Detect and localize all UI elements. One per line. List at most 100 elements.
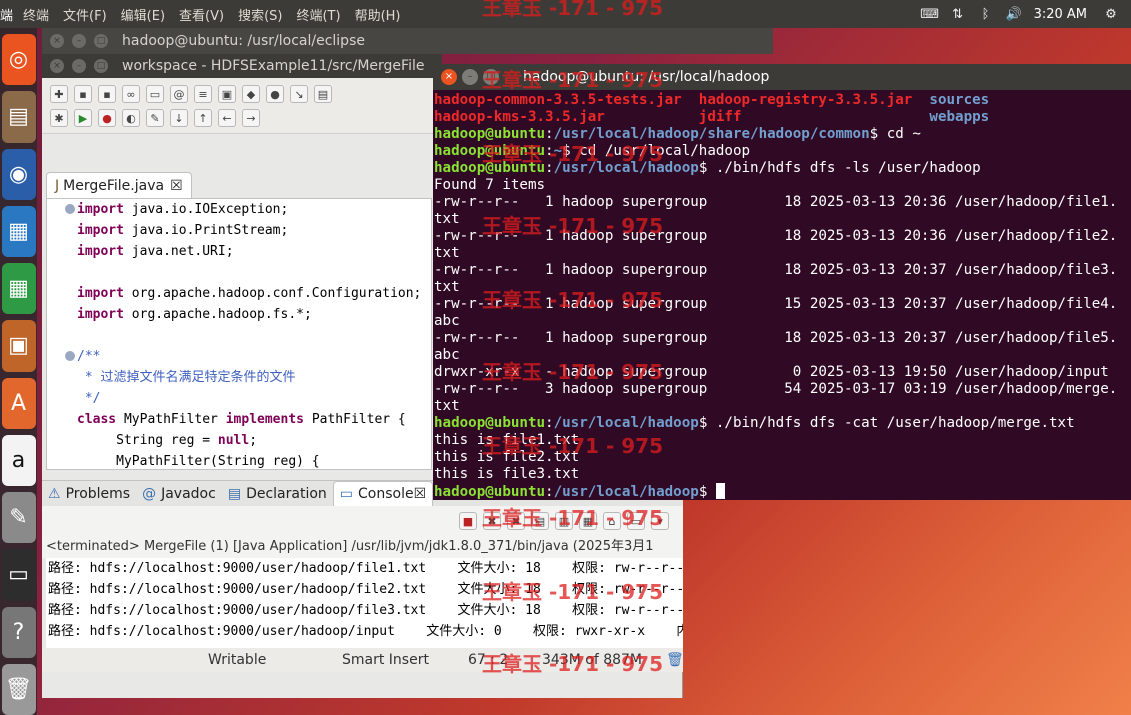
terminate-icon[interactable]: ■ — [459, 512, 477, 530]
close-icon[interactable]: × — [50, 34, 64, 48]
open-type-icon[interactable]: ◐ — [122, 109, 140, 127]
tab-problems[interactable]: ⚠ Problems — [42, 481, 136, 507]
terminal-line: hadoop@ubuntu:~$ cd /usr/local/hadoop — [434, 143, 751, 159]
terminal-titlebar[interactable]: × – □ hadoop@ubuntu: /usr/local/hadoop — [433, 64, 1131, 90]
open-console-icon[interactable]: ▾ — [651, 512, 669, 530]
console-line: 路径: hdfs://localhost:9000/user/hadoop/fi… — [48, 561, 683, 576]
menu-item-6[interactable]: 帮助(H) — [355, 9, 401, 24]
settings-icon[interactable]: ✎ — [1, 492, 36, 544]
javadoc-icon[interactable]: @ — [170, 85, 188, 103]
calc-icon[interactable]: ▦ — [1, 263, 36, 315]
minimize-icon[interactable]: – — [72, 59, 86, 73]
editor-tab[interactable]: J MergeFile.java ☒ — [46, 172, 192, 198]
console-output[interactable]: 路径: hdfs://localhost:9000/user/hadoop/fi… — [46, 558, 683, 648]
prev-annotation-icon[interactable]: ↑ — [194, 109, 212, 127]
tab-label: Console — [358, 486, 414, 502]
perspective-icon[interactable]: ▤ — [314, 85, 332, 103]
doc-icon[interactable]: ≡ — [194, 85, 212, 103]
gc-icon[interactable]: 🗑 — [666, 652, 684, 668]
power-icon[interactable]: ⚙ — [1103, 6, 1119, 22]
menu-item-4[interactable]: 搜索(S) — [238, 9, 282, 24]
menu-item-1[interactable]: 文件(F) — [63, 9, 107, 24]
dash-icon[interactable]: ◎ — [1, 34, 36, 86]
volume-icon[interactable]: 🔊 — [1005, 6, 1021, 22]
menu-item-3[interactable]: 查看(V) — [179, 9, 224, 24]
files-icon[interactable]: ▤ — [1, 91, 36, 143]
code-line: MyPathFilter(String reg) { — [77, 454, 320, 469]
window-title: hadoop@ubuntu: /usr/local/eclipse — [122, 33, 365, 49]
launcher: ◎ ▤ ◉ ▦ ▦ ▣ A a ✎ ▭ ? 🗑 — [0, 28, 37, 715]
class-icon[interactable]: ◆ — [242, 85, 260, 103]
maximize-icon[interactable]: □ — [94, 34, 108, 48]
terminal-line: txt — [434, 211, 460, 227]
terminal-line: abc — [434, 347, 460, 363]
fold-icon[interactable] — [65, 204, 75, 214]
pin-console-icon[interactable]: ⌂ — [603, 512, 621, 530]
status-cursor-position: 67 : 2 — [468, 652, 509, 668]
terminal-window[interactable]: × – □ hadoop@ubuntu: /usr/local/hadoop h… — [433, 64, 1131, 500]
fold-icon[interactable] — [65, 351, 75, 361]
debug-icon[interactable]: ✱ — [50, 109, 68, 127]
menu-bar: 终端 文件(F) 编辑(E) 查看(V) 搜索(S) 终端(T) 帮助(H) — [23, 5, 414, 24]
clear-console-icon[interactable]: ▤ — [531, 512, 549, 530]
close-icon[interactable]: ☒ — [414, 486, 427, 502]
maximize-icon[interactable]: □ — [94, 59, 108, 73]
code-editor[interactable]: import java.io.IOException; import java.i… — [46, 198, 432, 470]
user-icon[interactable]: ● — [266, 85, 284, 103]
writer-icon[interactable]: ▦ — [1, 205, 36, 257]
code-line: import org.apache.hadoop.conf.Configurat… — [77, 286, 422, 301]
forward-icon[interactable]: → — [242, 109, 260, 127]
software-center-icon[interactable]: A — [1, 377, 36, 429]
remove-launch-icon[interactable]: ✖ — [483, 512, 501, 530]
terminal-line: hadoop-common-3.3.5-tests.jar hadoop-reg… — [434, 92, 990, 108]
word-wrap-icon[interactable]: ▦ — [579, 512, 597, 530]
status-heap[interactable]: 343M of 887M — [542, 652, 642, 668]
impress-icon[interactable]: ▣ — [1, 320, 36, 372]
minimize-icon[interactable]: – — [462, 69, 478, 85]
link-icon[interactable]: ∞ — [122, 85, 140, 103]
run-icon[interactable]: ▶ — [74, 109, 92, 127]
coverage-icon[interactable]: ● — [98, 109, 116, 127]
new-icon[interactable]: ✚ — [50, 85, 68, 103]
clock[interactable]: 3:20 AM — [1034, 7, 1087, 22]
terminal-line: Found 7 items — [434, 177, 546, 193]
window-eclipse-terminal-titlebar[interactable]: × – □ hadoop@ubuntu: /usr/local/eclipse — [42, 28, 773, 54]
close-icon[interactable]: × — [441, 69, 457, 85]
javadoc-icon: @ — [142, 485, 157, 502]
back-icon[interactable]: ← — [218, 109, 236, 127]
menu-item-5[interactable]: 终端(T) — [296, 9, 340, 24]
remove-all-icon[interactable]: ✖ — [507, 512, 525, 530]
tab-javadoc[interactable]: @ Javadoc — [136, 481, 222, 507]
help-icon[interactable]: ? — [1, 606, 36, 658]
display-console-icon[interactable]: ▭ — [627, 512, 645, 530]
network-icon[interactable]: ⇅ — [950, 6, 966, 22]
save-icon[interactable]: ▪ — [74, 85, 92, 103]
amazon-icon[interactable]: a — [1, 434, 36, 486]
window-eclipse-titlebar[interactable]: × – □ workspace - HDFSExample11/src/Merg… — [42, 54, 442, 78]
save-all-icon[interactable]: ▪ — [98, 85, 116, 103]
minimize-icon[interactable]: – — [72, 34, 86, 48]
tab-console[interactable]: ▭ Console ☒ — [332, 480, 434, 507]
trash-icon[interactable]: 🗑 — [1, 663, 36, 715]
bluetooth-icon[interactable]: ᛒ — [978, 6, 994, 22]
menu-item-2[interactable]: 编辑(E) — [121, 9, 165, 24]
scroll-lock-icon[interactable]: ▥ — [555, 512, 573, 530]
maximize-icon[interactable]: □ — [483, 69, 499, 85]
pin-icon[interactable]: ↘ — [290, 85, 308, 103]
package-icon[interactable]: ▣ — [218, 85, 236, 103]
next-annotation-icon[interactable]: ↓ — [170, 109, 188, 127]
terminal-icon[interactable]: ▭ — [1, 549, 36, 601]
close-icon[interactable]: × — [50, 59, 64, 73]
code-line: import java.io.IOException; — [47, 199, 431, 220]
tab-declaration[interactable]: ▤ Declaration — [222, 481, 333, 507]
menu-item-0[interactable]: 终端 — [23, 9, 49, 24]
terminal-line: this is file1.txt — [434, 432, 580, 448]
tab-label: Problems — [65, 485, 131, 502]
keyboard-icon[interactable]: ⌨ — [920, 6, 939, 22]
firefox-icon[interactable]: ◉ — [1, 148, 36, 200]
terminal-output[interactable]: hadoop-common-3.3.5-tests.jar hadoop-reg… — [433, 90, 1131, 500]
terminal-icon[interactable]: ▭ — [146, 85, 164, 103]
search-icon[interactable]: ✎ — [146, 109, 164, 127]
close-icon[interactable]: ☒ — [170, 178, 183, 194]
